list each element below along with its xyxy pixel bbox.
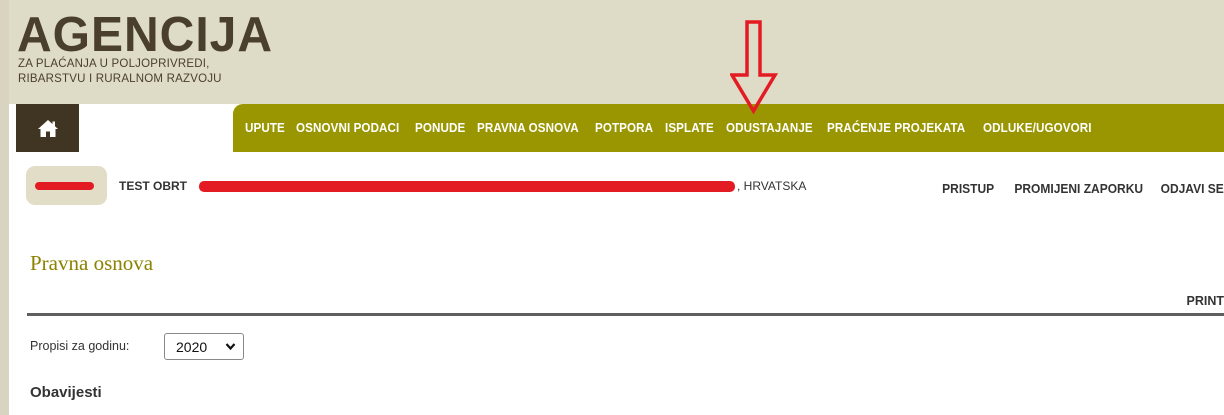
page-title: Pravna osnova (30, 251, 154, 275)
user-avatar[interactable] (26, 166, 107, 205)
main-nav-list: UPUTE OSNOVNI PODACI PONUDE PRAVNA OSNOV… (245, 104, 1108, 152)
user-name: TEST OBRT (119, 179, 187, 193)
agency-logo-subtitle-line1: ZA PLAĆANJA U POLJOPRIVREDI, (18, 58, 210, 70)
nav-item-pravna-osnova[interactable]: PRAVNA OSNOVA (477, 121, 579, 135)
nav-item-odustajanje[interactable]: ODUSTAJANJE (726, 121, 813, 135)
pristup-link[interactable]: PRISTUP (942, 182, 994, 196)
nav-item-pracenje-projekata[interactable]: PRAĆENJE PROJEKATA (827, 121, 965, 135)
home-icon (37, 119, 58, 137)
page: AGENCIJA ZA PLAĆANJA U POLJOPRIVREDI, RI… (0, 0, 1224, 415)
account-links: PRISTUP PROMIJENI ZAPORKU ODJAVI SE (925, 182, 1224, 196)
year-select-label: Propisi za godinu: (30, 339, 130, 353)
notices-heading: Obavijesti (30, 384, 102, 401)
change-password-link[interactable]: PROMIJENI ZAPORKU (1015, 182, 1144, 196)
main-nav-bar: UPUTE OSNOVNI PODACI PONUDE PRAVNA OSNOV… (233, 104, 1224, 152)
avatar-redaction (35, 182, 94, 190)
user-country: , HRVATSKA (737, 179, 807, 193)
nav-item-potpora[interactable]: POTPORA (595, 121, 653, 135)
agency-logo-subtitle-line2: RIBARSTVU I RURALNOM RAZVOJU (18, 73, 222, 85)
logout-link[interactable]: ODJAVI SE (1161, 182, 1224, 196)
title-divider (27, 313, 1224, 316)
year-select-value: 2020 (176, 338, 208, 355)
print-link[interactable]: PRINT (1187, 294, 1224, 308)
chevron-down-icon (225, 343, 236, 351)
nav-item-osnovni-podaci[interactable]: OSNOVNI PODACI (296, 121, 399, 135)
nav-item-odluke-ugovori[interactable]: ODLUKE/UGOVORI (983, 121, 1092, 135)
home-button[interactable] (16, 104, 79, 152)
nav-item-ponude[interactable]: PONUDE (415, 121, 465, 135)
year-select[interactable]: 2020 (164, 333, 244, 360)
down-arrow-icon (730, 20, 779, 115)
user-address-redaction (199, 181, 735, 192)
nav-item-upute[interactable]: UPUTE (245, 121, 285, 135)
agency-logo-title[interactable]: AGENCIJA (17, 11, 273, 60)
nav-item-isplate[interactable]: ISPLATE (665, 121, 714, 135)
left-border (0, 0, 9, 415)
